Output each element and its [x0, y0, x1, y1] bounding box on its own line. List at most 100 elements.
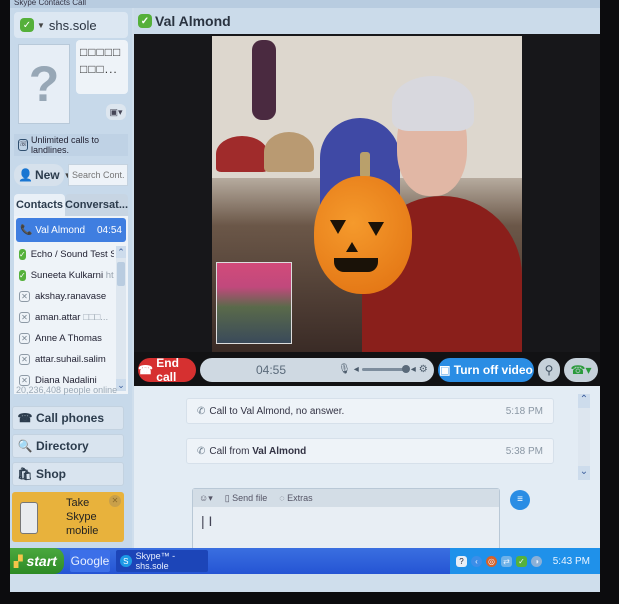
search-contacts-input[interactable] [68, 164, 128, 186]
magnifier-icon: ⚲ [544, 363, 554, 377]
skype-status-icon[interactable]: ✓ [516, 555, 527, 567]
microphone-icon[interactable]: 🎙 [338, 364, 351, 375]
online-status-icon: ✓ [138, 14, 152, 28]
scroll-up-arrow[interactable]: ⌃ [116, 246, 126, 258]
contact-mood: □□□... [83, 312, 109, 323]
volume-icon[interactable]: ◑ [531, 555, 542, 567]
contact-name: attar.suhail.salim [35, 354, 106, 365]
contact-list-scrollbar[interactable]: ⌃ ⌄ [116, 246, 126, 391]
start-button[interactable]: ▞ start [10, 548, 64, 574]
chevron-left-icon[interactable]: ‹ [471, 555, 482, 567]
composer-toolbar: ☺▾ ▯ Send file ◌ Extras [193, 489, 499, 507]
magnifier-icon: 🔍 [17, 439, 33, 453]
screen: Skype Contacts Call ✓ ▼ shs.sole ? □□□□□… [10, 0, 600, 592]
video-scene-hat [264, 132, 314, 172]
pumpkin-eye [368, 222, 384, 236]
volume-slider-knob[interactable] [401, 365, 410, 373]
message-text: Call to Val Almond, no answer. [209, 405, 345, 417]
tab-conversations[interactable]: Conversat... [65, 194, 128, 216]
chevron-down-icon: ▼ [37, 20, 45, 30]
nav-label: Shop [36, 467, 66, 481]
contact-item[interactable]: ✕ attar.suhail.salim [14, 349, 114, 370]
offline-status-icon: ✕ [19, 291, 30, 302]
chat-message: ✆ Call from Val Almond 5:38 PM [186, 438, 554, 464]
taskbar-item-google[interactable]: Google [70, 550, 110, 572]
contact-list: 📞 Val Almond 04:54 ✓ Echo / Sound Test S.… [14, 216, 128, 394]
call-phones-button[interactable]: ☎ Call phones [12, 406, 124, 430]
contact-item[interactable]: ✓ Echo / Sound Test S... [14, 244, 114, 265]
turn-off-video-button[interactable]: ▣ Turn off video [438, 358, 534, 382]
send-file-button[interactable]: ▯ Send file [225, 493, 267, 504]
ad-line: Skype [66, 511, 97, 523]
close-icon[interactable]: ✕ [109, 495, 121, 507]
contact-tabs: Contacts Conversat... [14, 194, 128, 216]
settings-icon[interactable]: ⚙ [419, 364, 428, 375]
online-count: 20,236,408 people online [16, 385, 118, 395]
message-text: Call from [209, 445, 253, 457]
tab-contacts[interactable]: Contacts [14, 194, 66, 216]
extras-button[interactable]: ◌ Extras [279, 493, 312, 503]
volume-control[interactable]: 🎙 ◂ ◂ ⚙ [338, 364, 428, 375]
conversation-header: ✓ Val Almond [134, 8, 600, 34]
phone-icon: 📞 [20, 224, 36, 236]
ad-line: Take [66, 497, 90, 509]
skype-icon: S [120, 555, 132, 567]
message-input[interactable]: | I [201, 513, 212, 529]
pumpkin-stem [360, 152, 370, 178]
hangup-icon: ☎ [138, 363, 157, 377]
contact-name: Suneeta Kulkarni [30, 270, 104, 281]
nav-label: Call phones [36, 411, 105, 425]
phone-icon: ✆ [197, 405, 206, 417]
account-status-button[interactable]: ✓ ▼ shs.sole [14, 12, 128, 38]
landline-promo-link[interactable]: ☏ Unlimited calls to landlines. [14, 134, 128, 156]
windows-logo-icon: ▞ [14, 555, 23, 568]
emoticon-button[interactable]: ☺▾ [199, 493, 213, 504]
active-call-duration: 04:54 [96, 224, 122, 236]
scroll-up-arrow[interactable]: ⌃ [578, 394, 590, 408]
self-video-preview[interactable] [216, 262, 292, 344]
call-quality-button[interactable]: ⚲ [538, 358, 560, 382]
video-camera-icon: ▣ [439, 363, 454, 377]
speaker-high-icon: ◂ [410, 364, 416, 375]
contact-item[interactable]: ✕ Anne A Thomas [14, 328, 114, 349]
message-time: 5:18 PM [505, 405, 543, 417]
call-icon: ☎▾ [570, 363, 592, 377]
help-icon[interactable]: ? [456, 555, 467, 567]
menu-bar[interactable]: Skype Contacts Call [10, 0, 600, 8]
conversation-title: Val Almond [155, 13, 231, 29]
active-call-row[interactable]: 📞 Val Almond 04:54 [16, 218, 126, 242]
online-status-icon: ✓ [19, 270, 26, 281]
taskbar-item-skype[interactable]: S Skype™ - shs.sole [116, 550, 208, 572]
skype-mobile-ad[interactable]: Take Skype mobile ✕ [12, 492, 124, 542]
mood-message[interactable]: □□□□□ □□□... [76, 40, 128, 94]
offline-status-icon: ✕ [19, 312, 30, 323]
new-button[interactable]: 👤 New ▼ [14, 164, 72, 186]
shop-button[interactable]: 🛍 Shop [12, 462, 124, 486]
chat-scrollbar[interactable]: ⌃ ⌄ [578, 394, 590, 480]
scroll-down-arrow[interactable]: ⌄ [116, 379, 126, 391]
start-label: start [26, 553, 57, 569]
mobile-phone-icon [20, 502, 38, 534]
video-scene-doll [252, 40, 276, 120]
call-menu-button[interactable]: ☎▾ [564, 358, 598, 382]
volume-slider[interactable] [361, 365, 410, 373]
change-avatar-button[interactable]: ▣▾ [106, 104, 126, 120]
scroll-down-arrow[interactable]: ⌄ [578, 466, 590, 480]
profile-avatar[interactable]: ? [18, 44, 70, 124]
send-message-button[interactable]: ≡ [510, 490, 530, 510]
end-call-button[interactable]: ☎ End call [138, 356, 196, 384]
contact-item[interactable]: ✕ aman.attar □□□... [14, 307, 114, 328]
scroll-thumb[interactable] [117, 262, 125, 286]
network-icon[interactable]: ⇄ [501, 555, 512, 567]
system-tray: ? ‹ ◎ ⇄ ✓ ◑ 5:43 PM [450, 548, 600, 574]
browser-icon[interactable]: ◎ [486, 555, 497, 567]
extras-label: Extras [287, 493, 313, 503]
contact-item[interactable]: ✓ Suneeta Kulkarni ht... [14, 265, 114, 286]
active-call-name: Val Almond [35, 224, 86, 236]
contact-name: Echo / Sound Test S... [30, 249, 114, 260]
video-scene-hair [392, 76, 474, 131]
call-timer: 04:55 [256, 363, 287, 377]
directory-button[interactable]: 🔍 Directory [12, 434, 124, 458]
system-clock[interactable]: 5:43 PM [553, 556, 590, 567]
contact-item[interactable]: ✕ akshay.ranavase [14, 286, 114, 307]
